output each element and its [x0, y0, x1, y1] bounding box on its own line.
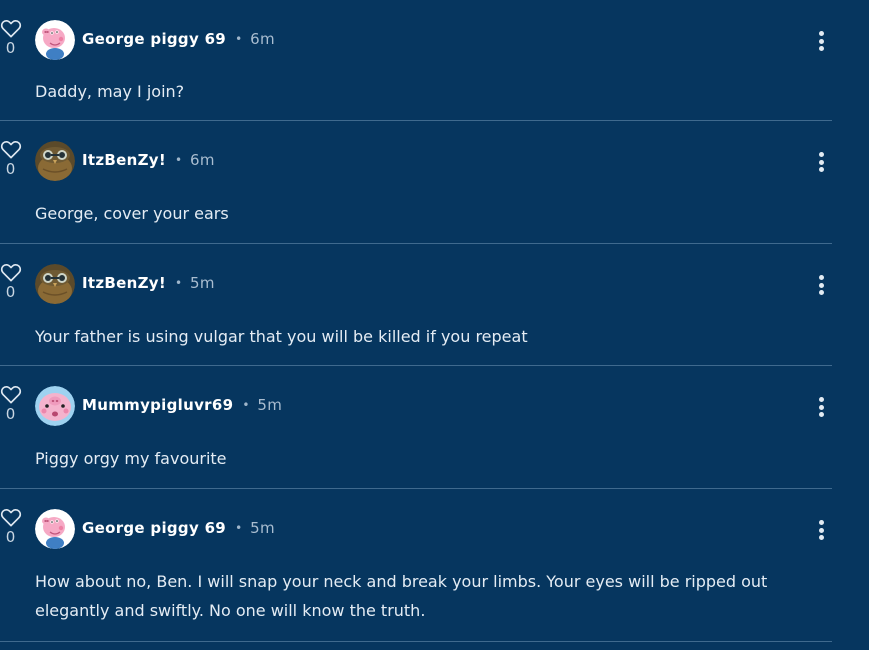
avatar[interactable] [35, 264, 75, 304]
like-column: 0 [0, 262, 22, 301]
pig-face-avatar [35, 386, 75, 426]
username[interactable]: George piggy 69 [82, 30, 226, 48]
like-count: 0 [5, 528, 16, 546]
like-column: 0 [0, 139, 22, 178]
like-count: 0 [5, 283, 16, 301]
comment-header: ItzBenZy! • 5m [82, 273, 215, 293]
comment-item: 0 George piggy 69 • 6m Daddy, may I join… [0, 0, 832, 121]
comment-item: 0 Mummypigluvr69 • 5m Piggy orgy my favo… [0, 366, 832, 489]
comment-item: 0 George piggy 69 • 5m How about no, Ben… [0, 489, 832, 642]
more-options-icon[interactable] [812, 30, 830, 52]
timestamp: 5m [257, 396, 283, 414]
heart-icon[interactable] [0, 384, 22, 404]
more-options-icon[interactable] [812, 519, 830, 541]
avatar[interactable] [35, 141, 75, 181]
separator-dot: • [235, 521, 243, 535]
more-options-icon[interactable] [812, 274, 830, 296]
separator-dot: • [174, 276, 183, 290]
separator-dot: • [235, 32, 243, 46]
separator-dot: • [174, 153, 183, 167]
comment-text: Daddy, may I join? [35, 82, 185, 101]
owl-avatar [35, 264, 75, 304]
like-column: 0 [0, 507, 22, 546]
heart-icon[interactable] [0, 507, 22, 527]
comment-item: 0 ItzBenZy! • 6m George, cover your ears [0, 121, 832, 244]
heart-icon[interactable] [0, 139, 22, 159]
comment-text: How about no, Ben. I will snap your neck… [35, 572, 768, 620]
comment-text: Piggy orgy my favourite [35, 449, 227, 468]
like-column: 0 [0, 18, 22, 57]
timestamp: 6m [250, 30, 275, 48]
avatar[interactable] [35, 20, 75, 60]
heart-icon[interactable] [0, 18, 22, 38]
username[interactable]: ItzBenZy! [82, 151, 166, 169]
comment-text: George, cover your ears [35, 204, 229, 223]
heart-icon[interactable] [0, 262, 22, 282]
like-count: 0 [5, 39, 16, 57]
like-column: 0 [0, 384, 22, 423]
comment-feed: 0 George piggy 69 • 6m Daddy, may I join… [0, 0, 869, 650]
comment-header: Mummypigluvr69 • 5m [82, 395, 282, 415]
timestamp: 5m [190, 274, 215, 292]
like-count: 0 [5, 405, 16, 423]
george-pig-avatar [35, 509, 75, 549]
username[interactable]: George piggy 69 [82, 519, 226, 537]
comment-header: George piggy 69 • 5m [82, 518, 275, 538]
more-options-icon[interactable] [812, 151, 830, 173]
like-count: 0 [5, 160, 16, 178]
separator-dot: • [242, 398, 250, 412]
comment-item: 0 ItzBenZy! • 5m Your father is using vu… [0, 244, 832, 366]
comment-header: George piggy 69 • 6m [82, 29, 275, 49]
username[interactable]: ItzBenZy! [82, 274, 166, 292]
comment-header: ItzBenZy! • 6m [82, 150, 215, 170]
avatar[interactable] [35, 509, 75, 549]
avatar[interactable] [35, 386, 75, 426]
timestamp: 6m [190, 151, 215, 169]
comment-text: Your father is using vulgar that you wil… [35, 327, 528, 346]
more-options-icon[interactable] [812, 396, 830, 418]
george-pig-avatar [35, 20, 75, 60]
username[interactable]: Mummypigluvr69 [82, 396, 233, 414]
owl-avatar [35, 141, 75, 181]
timestamp: 5m [250, 519, 275, 537]
